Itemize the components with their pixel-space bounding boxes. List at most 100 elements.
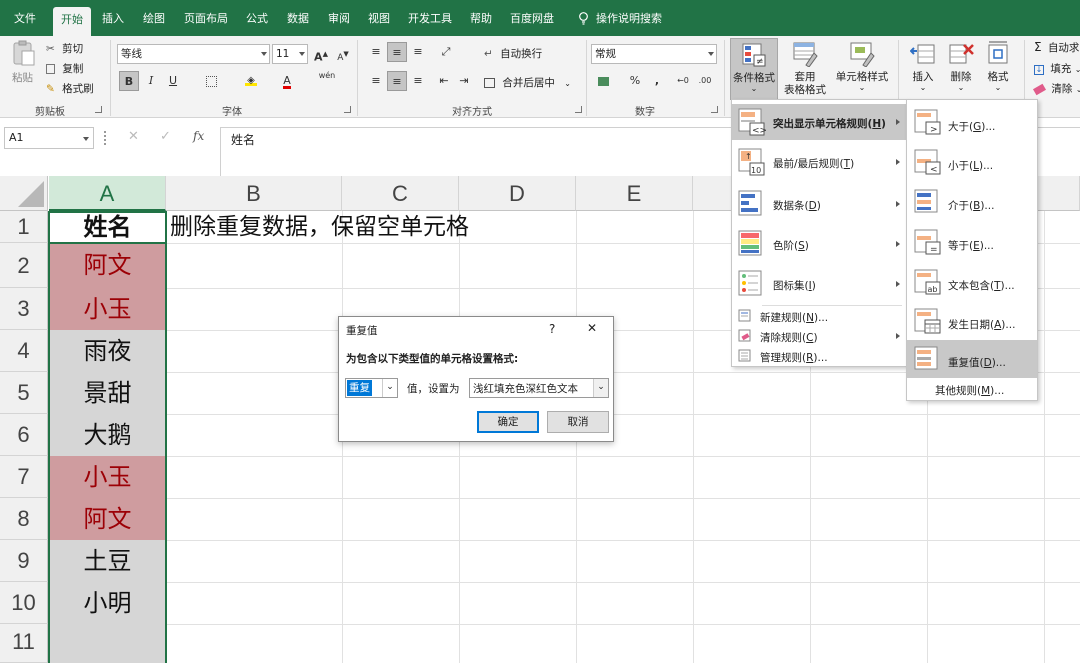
decrease-decimal-button[interactable]: .00	[695, 71, 715, 91]
row-header-6[interactable]: 6	[0, 414, 48, 456]
tab-help[interactable]: 帮助	[463, 0, 499, 36]
underline-button[interactable]: U	[163, 71, 183, 91]
bold-button[interactable]: B	[119, 71, 139, 91]
row-header-1[interactable]: 1	[0, 211, 48, 243]
format-painter-button[interactable]: ✎ 格式刷	[46, 81, 94, 96]
row-header-4[interactable]: 4	[0, 330, 48, 372]
italic-button[interactable]: I	[141, 71, 161, 91]
cell-a4[interactable]: 雨夜	[49, 330, 166, 372]
clear-button[interactable]: 清除 ⌄	[1032, 81, 1080, 96]
menu-item-between[interactable]: 介于(B)...	[907, 182, 1037, 222]
autosum-button[interactable]: Σ 自动求	[1034, 40, 1079, 55]
number-format-select[interactable]: 常规	[591, 44, 717, 64]
dialog-cancel-button[interactable]: 取消	[547, 411, 609, 433]
row-header-11[interactable]: 11	[0, 624, 48, 663]
font-name-select[interactable]: 等线	[117, 44, 270, 64]
duplicate-type-select[interactable]: 重复 ⌄	[345, 378, 398, 398]
column-header-d[interactable]: D	[459, 176, 576, 211]
tab-review[interactable]: 审阅	[321, 0, 357, 36]
dialog-close-button[interactable]: ✕	[587, 321, 597, 335]
cell-a11[interactable]	[49, 624, 166, 663]
menu-item-date-occurring[interactable]: 发生日期(A)...	[907, 302, 1037, 340]
tab-baidu-netdisk[interactable]: 百度网盘	[504, 0, 560, 36]
dialog-help-button[interactable]: ?	[549, 322, 555, 336]
fill-color-button[interactable]: ◈	[241, 71, 261, 91]
percent-button[interactable]: %	[625, 71, 645, 91]
number-launcher[interactable]	[711, 106, 718, 113]
phonetic-button[interactable]: wén	[317, 71, 337, 91]
menu-item-less-than[interactable]: < 小于(L)...	[907, 142, 1037, 182]
merge-center-button[interactable]: 合并后居中 ⌄	[484, 75, 571, 90]
tab-formulas[interactable]: 公式	[239, 0, 275, 36]
cell-a9[interactable]: 土豆	[49, 540, 166, 582]
align-left-button[interactable]: ≡	[366, 71, 386, 91]
confirm-entry-button[interactable]: ✓	[160, 129, 171, 144]
cell-styles-button[interactable]: 单元格样式 ⌄	[832, 38, 892, 100]
cell-a7[interactable]: 小玉	[49, 456, 166, 498]
column-header-a[interactable]: A	[49, 176, 166, 211]
alignment-launcher[interactable]	[575, 106, 582, 113]
tab-home[interactable]: 开始	[53, 7, 91, 36]
row-header-3[interactable]: 3	[0, 288, 48, 330]
cell-a2[interactable]: 阿文	[49, 243, 166, 288]
column-header-e[interactable]: E	[576, 176, 693, 211]
row-header-7[interactable]: 7	[0, 456, 48, 498]
dialog-ok-button[interactable]: 确定	[477, 411, 539, 433]
tab-file[interactable]: 文件	[6, 0, 44, 36]
cut-button[interactable]: ✂ 剪切	[46, 41, 83, 56]
cell-a3[interactable]: 小玉	[49, 288, 166, 330]
fill-button[interactable]: ↓ 填充 ⌄	[1034, 61, 1080, 76]
select-all-button[interactable]	[0, 176, 48, 211]
increase-indent-button[interactable]: ⇥	[454, 71, 474, 91]
tab-developer[interactable]: 开发工具	[402, 0, 458, 36]
delete-cells-button[interactable]: 删除 ⌄	[944, 38, 978, 98]
menu-item-color-scales[interactable]: 色阶(S)	[732, 224, 906, 264]
menu-item-manage-rules[interactable]: 管理规则(R)...	[732, 346, 906, 366]
paste-button[interactable]: 粘贴	[8, 40, 40, 92]
clipboard-launcher[interactable]	[95, 106, 102, 113]
row-header-10[interactable]: 10	[0, 582, 48, 624]
menu-item-data-bars[interactable]: 数据条(D)	[732, 184, 906, 224]
tab-data[interactable]: 数据	[280, 0, 316, 36]
font-size-select[interactable]: 11	[272, 44, 308, 64]
orientation-button[interactable]: ⤢	[436, 42, 456, 62]
cell-a5[interactable]: 景甜	[49, 372, 166, 414]
row-header-8[interactable]: 8	[0, 498, 48, 540]
cell-a10[interactable]: 小明	[49, 582, 166, 624]
grow-font-button[interactable]: A▲	[311, 44, 331, 64]
menu-item-new-rule[interactable]: 新建规则(N)...	[732, 306, 906, 326]
menu-item-icon-sets[interactable]: 图标集(I)	[732, 264, 906, 304]
row-header-5[interactable]: 5	[0, 372, 48, 414]
tab-draw[interactable]: 绘图	[136, 0, 172, 36]
column-header-b[interactable]: B	[166, 176, 342, 211]
menu-item-duplicate-values[interactable]: 重复值(D)...	[907, 340, 1037, 378]
copy-button[interactable]: 复制	[46, 61, 83, 76]
tell-me-search[interactable]: 操作说明搜索	[596, 0, 676, 36]
decrease-indent-button[interactable]: ⇤	[434, 71, 454, 91]
tab-insert[interactable]: 插入	[95, 0, 131, 36]
align-middle-button[interactable]: ≡	[387, 42, 407, 62]
cancel-entry-button[interactable]: ✕	[128, 129, 139, 144]
row-header-2[interactable]: 2	[0, 243, 48, 288]
menu-item-clear-rules[interactable]: 清除规则(C)	[732, 326, 906, 346]
menu-item-top-bottom-rules[interactable]: ↑ 10 最前/最后规则(T)	[732, 142, 906, 182]
cell-a8[interactable]: 阿文	[49, 498, 166, 540]
align-center-button[interactable]: ≡	[387, 71, 407, 91]
align-right-button[interactable]: ≡	[408, 71, 428, 91]
format-as-table-button[interactable]: 套用 表格格式	[780, 38, 830, 100]
name-box[interactable]: A1	[4, 127, 94, 149]
tab-view[interactable]: 视图	[361, 0, 397, 36]
font-color-button[interactable]: A	[277, 71, 297, 91]
increase-decimal-button[interactable]: ←0	[673, 71, 693, 91]
border-button[interactable]	[201, 71, 221, 91]
cell-b1[interactable]: 删除重复数据，保留空单元格	[170, 211, 469, 243]
menu-item-highlight-cells-rules[interactable]: <> 突出显示单元格规则(H)	[732, 104, 906, 140]
wrap-text-button[interactable]: ↵ 自动换行	[484, 46, 542, 61]
menu-item-text-contains[interactable]: ab 文本包含(T)...	[907, 262, 1037, 302]
insert-function-button[interactable]: fx	[193, 129, 204, 143]
cell-a6[interactable]: 大鹅	[49, 414, 166, 456]
format-style-select[interactable]: 浅红填充色深红色文本 ⌄	[469, 378, 609, 398]
tab-page-layout[interactable]: 页面布局	[178, 0, 234, 36]
menu-item-more-rules[interactable]: 其他规则(M)...	[907, 380, 1037, 398]
shrink-font-button[interactable]: A▼	[333, 44, 353, 64]
